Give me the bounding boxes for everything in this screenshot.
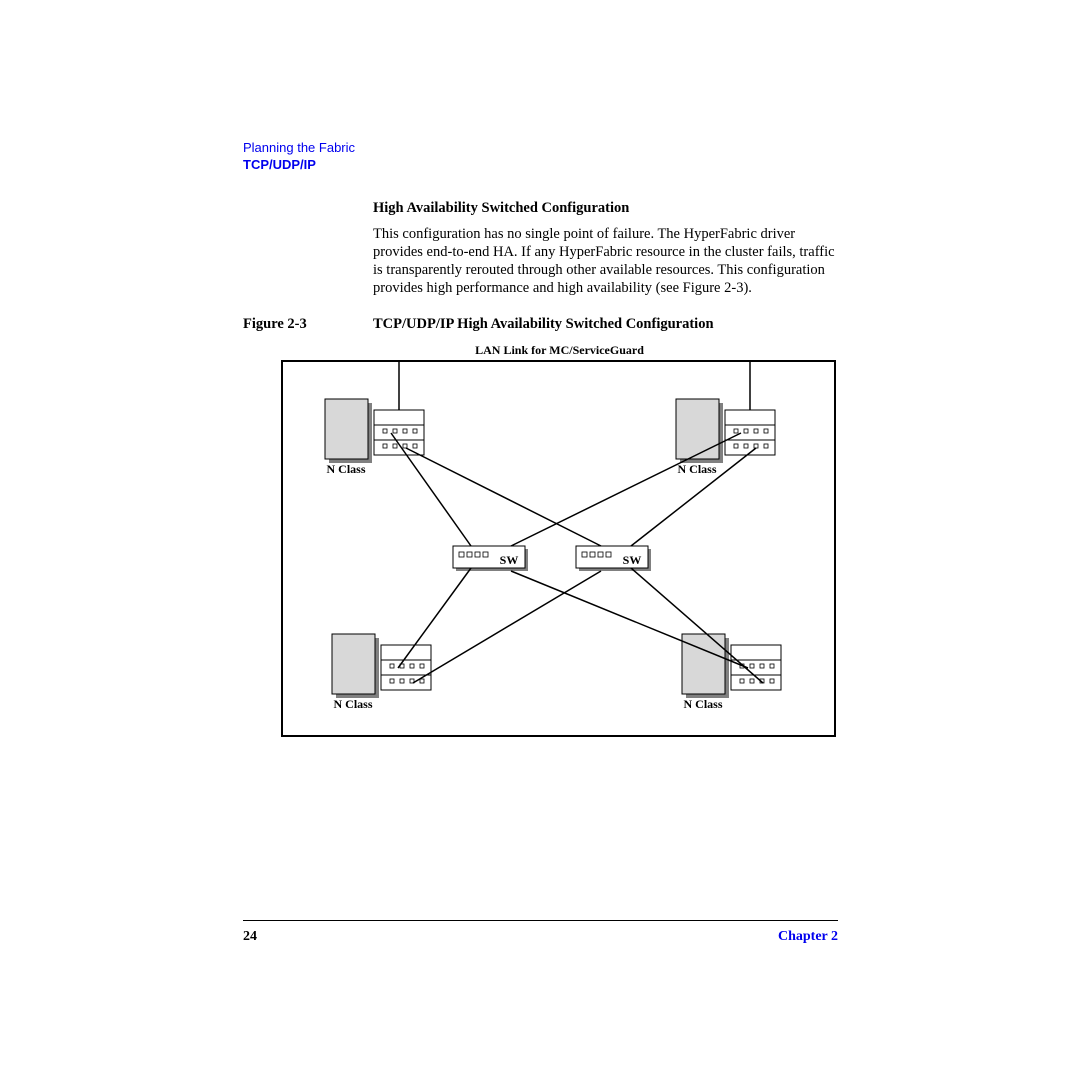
figure-number: Figure 2-3 [243, 316, 373, 333]
figure-title: TCP/UDP/IP High Availability Switched Co… [373, 316, 714, 333]
chapter-link[interactable]: Chapter 2 [778, 929, 838, 945]
switch-left: SW [453, 546, 528, 571]
figure-top-label: LAN Link for MC/ServiceGuard [281, 343, 838, 358]
page-header: Planning the Fabric TCP/UDP/IP [243, 140, 838, 172]
switch-right: SW [576, 546, 651, 571]
figure-caption-row: Figure 2-3 TCP/UDP/IP High Availability … [243, 316, 838, 333]
page-footer: 24 Chapter 2 [243, 920, 838, 945]
node-tl-label: N Class [326, 462, 365, 476]
node-top-left: N Class [325, 399, 424, 476]
network-diagram: N Class N Class [281, 360, 836, 755]
node-bl-label: N Class [333, 697, 372, 711]
header-breadcrumb: Planning the Fabric [243, 140, 838, 155]
figure-container: LAN Link for MC/ServiceGuard [281, 343, 838, 755]
node-br-label: N Class [683, 697, 722, 711]
header-topic: TCP/UDP/IP [243, 157, 838, 172]
node-top-right: N Class [676, 399, 775, 476]
switch-r-label: SW [623, 553, 642, 567]
page-number: 24 [243, 929, 257, 945]
section-heading: High Availability Switched Configuration [373, 200, 838, 217]
switch-l-label: SW [500, 553, 519, 567]
node-bottom-right: N Class [682, 634, 781, 711]
node-bottom-left: N Class [332, 634, 431, 711]
section-paragraph: This configuration has no single point o… [373, 225, 838, 298]
node-tr-label: N Class [677, 462, 716, 476]
